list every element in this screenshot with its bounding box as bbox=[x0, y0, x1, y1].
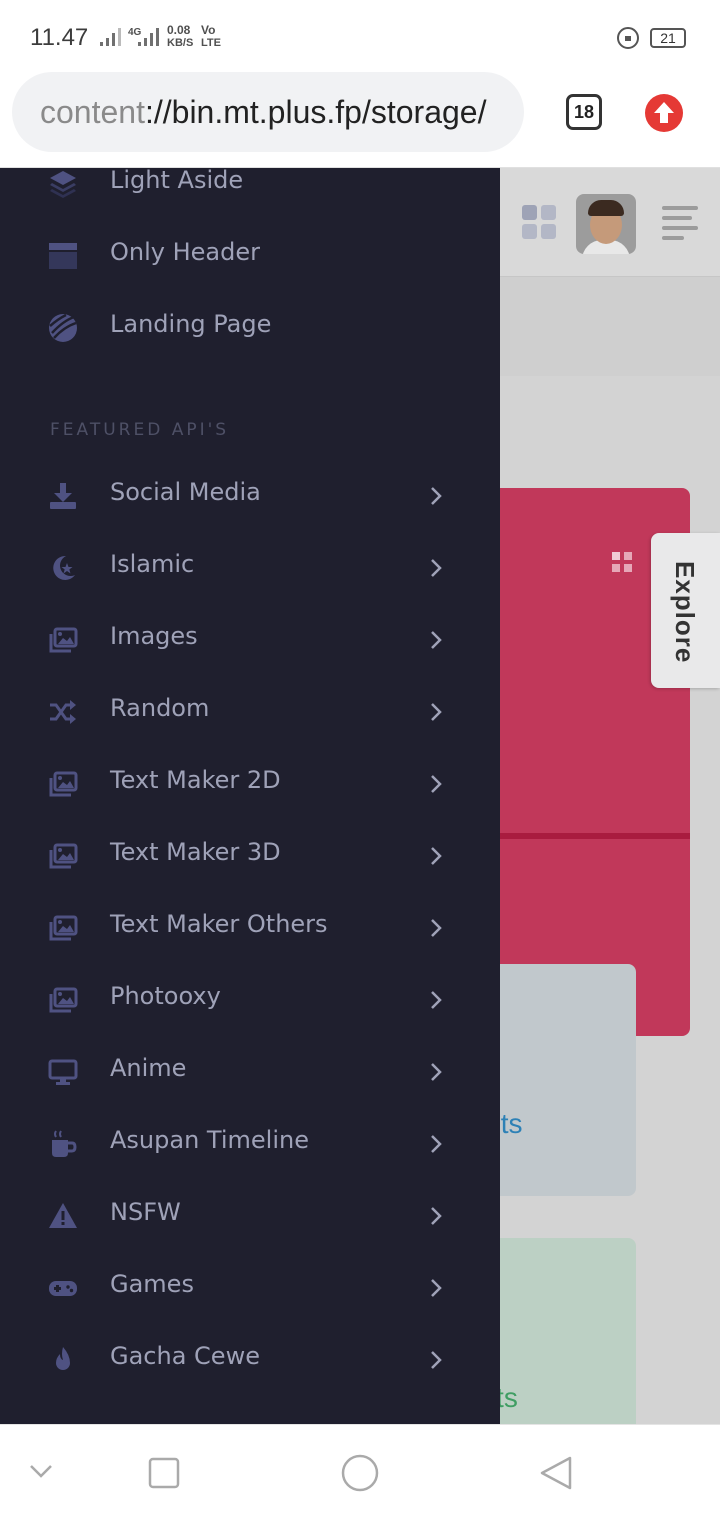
fire-icon bbox=[56, 1347, 70, 1370]
sidebar-item-label: Landing Page bbox=[110, 310, 272, 338]
globe-icon bbox=[49, 313, 77, 342]
chevron-right-icon bbox=[431, 1351, 442, 1369]
coffee-icon bbox=[52, 1130, 77, 1157]
images-icon bbox=[49, 915, 78, 941]
section-title: FEATURED API'S bbox=[50, 420, 230, 440]
sidebar-item-text-maker-3d[interactable]: Text Maker 3D bbox=[0, 826, 500, 886]
upload-button[interactable] bbox=[645, 94, 683, 132]
avatar[interactable] bbox=[576, 194, 636, 254]
sidebar-item-label: Photooxy bbox=[110, 982, 221, 1010]
apps-grid-icon[interactable] bbox=[522, 205, 558, 241]
signal-icon-2 bbox=[138, 28, 159, 46]
recents-button[interactable] bbox=[148, 1457, 180, 1489]
explore-tab[interactable]: Explore bbox=[651, 533, 720, 688]
chevron-right-icon bbox=[431, 703, 442, 721]
url-text: content://bin.mt.plus.fp/storage/ bbox=[40, 94, 486, 131]
header-layout-icon bbox=[49, 243, 77, 269]
chevron-right-icon bbox=[431, 991, 442, 1009]
status-time: 11.47 bbox=[30, 24, 89, 51]
sidebar-item-label: Only Header bbox=[110, 238, 260, 266]
sidebar-item-landing-page[interactable]: Landing Page bbox=[0, 298, 500, 358]
dots-grid-icon[interactable] bbox=[612, 552, 634, 574]
system-navigation-bar bbox=[0, 1424, 720, 1520]
back-button[interactable] bbox=[538, 1455, 574, 1491]
sidebar-item-text-maker-others[interactable]: Text Maker Others bbox=[0, 898, 500, 958]
images-icon bbox=[49, 771, 78, 797]
images-icon bbox=[49, 627, 78, 653]
sidebar-item-label: Text Maker 3D bbox=[110, 838, 281, 866]
sidebar-item-label: Light Aside bbox=[110, 168, 244, 194]
arrow-up-icon bbox=[654, 102, 674, 123]
battery-icon: 21 bbox=[650, 28, 686, 48]
sidebar-item-label: NSFW bbox=[110, 1198, 181, 1226]
chevron-right-icon bbox=[431, 1207, 442, 1225]
sidebar-item-random[interactable]: Random bbox=[0, 682, 500, 742]
sidebar-item-light-aside[interactable]: Light Aside bbox=[0, 168, 500, 214]
chevron-right-icon bbox=[431, 559, 442, 577]
images-icon bbox=[49, 987, 78, 1013]
url-scheme: content bbox=[40, 94, 145, 130]
sidebar-item-anime[interactable]: Anime bbox=[0, 1042, 500, 1102]
layers-icon bbox=[50, 171, 76, 198]
sidebar: Light Aside Only Header Landing Page FEA… bbox=[0, 168, 500, 1424]
images-icon bbox=[49, 843, 78, 869]
browser-toolbar: content://bin.mt.plus.fp/storage/ 18 bbox=[0, 72, 720, 168]
sidebar-item-label: Games bbox=[110, 1270, 194, 1298]
chevron-right-icon bbox=[431, 1279, 442, 1297]
chevron-right-icon bbox=[431, 1063, 442, 1081]
sidebar-item-asupan-timeline[interactable]: Asupan Timeline bbox=[0, 1114, 500, 1174]
sidebar-item-text-maker-2d[interactable]: Text Maker 2D bbox=[0, 754, 500, 814]
download-icon bbox=[50, 483, 76, 509]
chevron-right-icon bbox=[431, 847, 442, 865]
sidebar-item-islamic[interactable]: Islamic bbox=[0, 538, 500, 598]
warning-icon bbox=[49, 1203, 77, 1228]
volte-top: Vo bbox=[201, 23, 216, 37]
sidebar-item-label: Gacha Cewe bbox=[110, 1342, 260, 1370]
sidebar-item-label: Asupan Timeline bbox=[110, 1126, 309, 1154]
red-card-divider bbox=[470, 833, 690, 839]
sidebar-item-gacha-cewe[interactable]: Gacha Cewe bbox=[0, 1330, 500, 1390]
sidebar-item-only-header[interactable]: Only Header bbox=[0, 226, 500, 286]
moon-star-icon bbox=[53, 555, 75, 580]
volte-bottom: LTE bbox=[201, 37, 221, 49]
sidebar-item-photooxy[interactable]: Photooxy bbox=[0, 970, 500, 1030]
status-bar: 11.47 4G 0.08 KB/S Vo LTE 21 bbox=[0, 0, 720, 72]
sidebar-item-label: Social Media bbox=[110, 478, 261, 506]
sidebar-item-label: Text Maker Others bbox=[110, 910, 328, 938]
sidebar-item-label: Anime bbox=[110, 1054, 187, 1082]
url-rest: ://bin.mt.plus.fp/storage/ bbox=[144, 94, 487, 130]
chevron-right-icon bbox=[431, 775, 442, 793]
net-speed: 0.08 bbox=[167, 23, 191, 37]
sidebar-item-images[interactable]: Images bbox=[0, 610, 500, 670]
rotation-lock-icon bbox=[617, 27, 639, 49]
menu-icon[interactable] bbox=[662, 206, 698, 246]
sidebar-item-nsfw[interactable]: NSFW bbox=[0, 1186, 500, 1246]
sidebar-item-games[interactable]: Games bbox=[0, 1258, 500, 1318]
explore-label: Explore bbox=[670, 561, 700, 664]
shuffle-icon bbox=[50, 700, 76, 724]
sidebar-item-label: Islamic bbox=[110, 550, 195, 578]
sidebar-item-label: Text Maker 2D bbox=[110, 766, 281, 794]
gamepad-icon bbox=[49, 1281, 77, 1296]
tab-switcher-button[interactable]: 18 bbox=[566, 94, 602, 130]
url-bar[interactable]: content://bin.mt.plus.fp/storage/ bbox=[12, 72, 524, 152]
net-speed-unit: KB/S bbox=[167, 37, 194, 49]
home-button[interactable] bbox=[341, 1454, 379, 1492]
sidebar-item-label: Random bbox=[110, 694, 210, 722]
signal-icon bbox=[100, 28, 121, 46]
monitor-icon bbox=[48, 1059, 78, 1085]
chevron-right-icon bbox=[431, 1135, 442, 1153]
sidebar-item-label: Images bbox=[110, 622, 198, 650]
chevron-right-icon bbox=[431, 919, 442, 937]
chevron-right-icon bbox=[431, 487, 442, 505]
chevron-down-icon[interactable] bbox=[28, 1463, 54, 1479]
sidebar-item-social-media[interactable]: Social Media bbox=[0, 466, 500, 526]
chevron-right-icon bbox=[431, 631, 442, 649]
